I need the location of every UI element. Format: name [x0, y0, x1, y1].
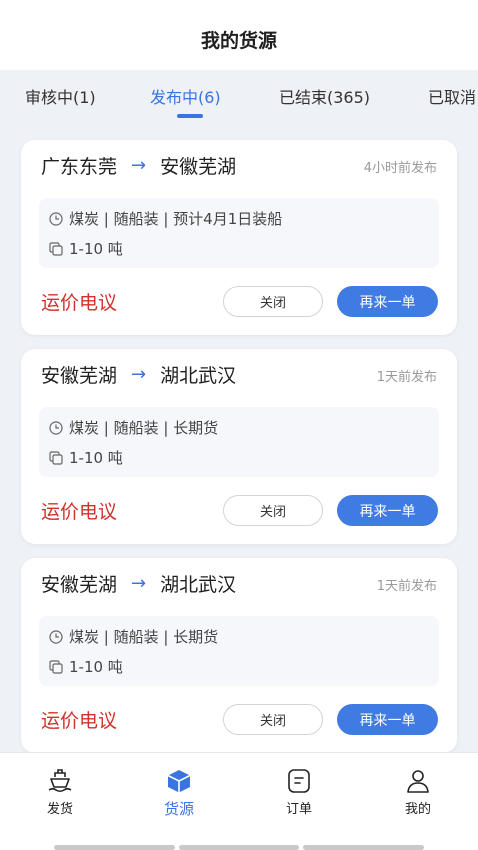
cargo-detail-line: 煤炭 | 随船装 | 长期货 [49, 417, 218, 438]
close-button[interactable]: 关闭 [223, 704, 323, 735]
cargo-list: 广东东莞 → 安徽芜湖 4小时前发布 煤炭 | 随船装 | 预计4月1日装船 1… [0, 120, 478, 752]
arrow-right-icon: → [131, 364, 147, 385]
tab-finished[interactable]: 已结束(365) [279, 84, 370, 108]
route: 广东东莞 → 安徽芜湖 [41, 152, 236, 179]
reorder-button[interactable]: 再来一单 [337, 495, 438, 526]
home-indicator-segment [303, 845, 425, 850]
nav-cargo-source[interactable]: 货源 [139, 767, 219, 819]
weight-icon [49, 450, 63, 465]
weight-icon [49, 659, 63, 674]
cargo-info: 煤炭 | 随船装 | 长期货 1-10 吨 [39, 616, 439, 686]
cargo-card[interactable]: 安徽芜湖 → 湖北武汉 1天前发布 煤炭 | 随船装 | 长期货 1-10 吨 … [21, 558, 457, 752]
tab-cancelled[interactable]: 已取消 [428, 84, 476, 108]
cargo-info: 煤炭 | 随船装 | 预计4月1日装船 1-10 吨 [39, 198, 439, 268]
bottom-nav: 发货 货源 订单 我的 [0, 752, 478, 850]
cargo-weight: 1-10 吨 [69, 449, 123, 467]
cargo-weight-line: 1-10 吨 [49, 447, 123, 468]
app-header: 我的货源 [0, 0, 478, 70]
tab-reviewing[interactable]: 审核中(1) [25, 84, 96, 108]
user-icon [407, 770, 429, 793]
cargo-detail-line: 煤炭 | 随船装 | 预计4月1日装船 [49, 208, 282, 229]
publish-time: 1天前发布 [376, 579, 437, 594]
close-button[interactable]: 关闭 [223, 495, 323, 526]
cargo-detail-line: 煤炭 | 随船装 | 长期货 [49, 626, 218, 647]
cargo-card[interactable]: 广东东莞 → 安徽芜湖 4小时前发布 煤炭 | 随船装 | 预计4月1日装船 1… [21, 140, 457, 335]
page-title: 我的货源 [200, 29, 277, 52]
cargo-detail: 煤炭 | 随船装 | 预计4月1日装船 [69, 210, 283, 228]
cargo-weight-line: 1-10 吨 [49, 656, 123, 677]
origin: 安徽芜湖 [41, 574, 118, 596]
arrow-right-icon: → [131, 573, 147, 594]
nav-profile[interactable]: 我的 [378, 767, 458, 817]
home-indicator-segment [178, 845, 300, 850]
destination: 安徽芜湖 [160, 156, 237, 178]
home-indicator [54, 845, 425, 850]
nav-label: 我的 [404, 802, 431, 817]
cargo-card[interactable]: 安徽芜湖 → 湖北武汉 1天前发布 煤炭 | 随船装 | 长期货 1-10 吨 … [21, 349, 457, 544]
cargo-detail: 煤炭 | 随船装 | 长期货 [69, 419, 219, 437]
nav-orders[interactable]: 订单 [259, 767, 339, 817]
cube-icon [167, 770, 191, 793]
route: 安徽芜湖 → 湖北武汉 [41, 570, 236, 597]
arrow-right-icon: → [131, 155, 147, 176]
cargo-info: 煤炭 | 随船装 | 长期货 1-10 吨 [39, 407, 439, 477]
status-tabs: 审核中(1) 发布中(6) 已结束(365) 已取消 [0, 70, 478, 120]
order-icon [288, 769, 310, 793]
clock-icon [49, 211, 63, 226]
publish-time: 1天前发布 [376, 370, 437, 385]
cargo-weight-line: 1-10 吨 [49, 238, 123, 259]
origin: 安徽芜湖 [41, 365, 118, 387]
close-button[interactable]: 关闭 [223, 286, 323, 317]
price-text: 运价电议 [41, 710, 118, 732]
reorder-button[interactable]: 再来一单 [337, 704, 438, 735]
tab-publishing[interactable]: 发布中(6) [150, 84, 221, 108]
origin: 广东东莞 [41, 156, 118, 178]
destination: 湖北武汉 [160, 365, 237, 387]
home-indicator-segment [54, 845, 175, 850]
publish-time: 4小时前发布 [363, 161, 437, 176]
cargo-weight: 1-10 吨 [69, 240, 123, 258]
price-text: 运价电议 [41, 292, 118, 314]
ship-icon [48, 769, 72, 793]
reorder-button[interactable]: 再来一单 [337, 286, 438, 317]
weight-icon [49, 241, 63, 256]
destination: 湖北武汉 [160, 574, 237, 596]
active-tab-indicator [177, 114, 203, 118]
price-text: 运价电议 [41, 501, 118, 523]
nav-label: 订单 [285, 802, 312, 817]
nav-label: 发货 [46, 802, 73, 817]
cargo-weight: 1-10 吨 [69, 658, 123, 676]
clock-icon [49, 420, 63, 435]
route: 安徽芜湖 → 湖北武汉 [41, 361, 236, 388]
cargo-detail: 煤炭 | 随船装 | 长期货 [69, 628, 219, 646]
clock-icon [49, 629, 63, 644]
nav-label: 货源 [163, 800, 194, 818]
nav-ship-cargo[interactable]: 发货 [20, 767, 100, 817]
